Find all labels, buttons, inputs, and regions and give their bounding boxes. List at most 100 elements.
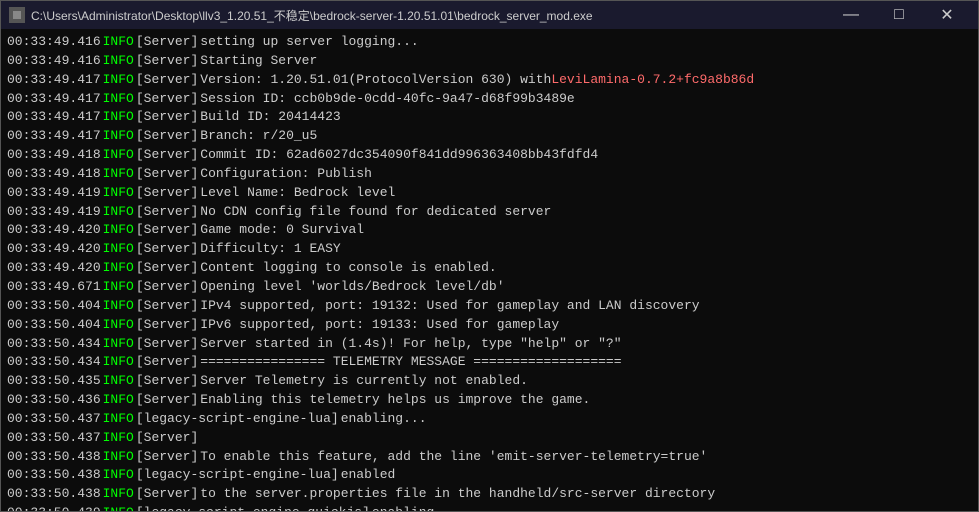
log-source: [Server] [136, 240, 198, 259]
log-source: [Server] [136, 108, 198, 127]
log-line: 00:33:50.434 INFO [Server] Server starte… [7, 335, 972, 354]
log-line: 00:33:50.438 INFO [Server] to the server… [7, 485, 972, 504]
console-output: 00:33:49.416 INFO [Server] setting up se… [1, 29, 978, 511]
log-message: Server started in (1.4s)! For help, type… [200, 335, 621, 354]
title-bar: C:\Users\Administrator\Desktop\llv3_1.20… [1, 1, 978, 29]
minimize-button[interactable]: — [828, 1, 874, 29]
log-message: Server Telemetry is currently not enable… [200, 372, 528, 391]
log-source: [Server] [136, 127, 198, 146]
log-source: [Server] [136, 278, 198, 297]
log-level: INFO [103, 127, 134, 146]
log-message: setting up server logging... [200, 33, 418, 52]
log-source: [Server] [136, 297, 198, 316]
log-level: INFO [103, 353, 134, 372]
log-line: 00:33:50.435 INFO [Server] Server Teleme… [7, 372, 972, 391]
close-button[interactable]: ✕ [924, 1, 970, 29]
log-message: IPv4 supported, port: 19132: Used for ga… [200, 297, 699, 316]
log-line: 00:33:49.420 INFO [Server] Difficulty: 1… [7, 240, 972, 259]
log-level: INFO [103, 410, 134, 429]
log-level: INFO [103, 448, 134, 467]
log-line: 00:33:50.434 INFO [Server] =============… [7, 353, 972, 372]
log-source: [Server] [136, 221, 198, 240]
main-window: C:\Users\Administrator\Desktop\llv3_1.20… [0, 0, 979, 512]
log-level: INFO [103, 504, 134, 511]
log-line: 00:33:49.420 INFO [Server] Content loggi… [7, 259, 972, 278]
log-timestamp: 00:33:50.438 [7, 466, 101, 485]
log-level: INFO [103, 221, 134, 240]
log-level: INFO [103, 278, 134, 297]
log-timestamp: 00:33:49.417 [7, 108, 101, 127]
log-source: [Server] [136, 391, 198, 410]
log-message: Game mode: 0 Survival [200, 221, 364, 240]
log-source: [Server] [136, 71, 198, 90]
log-level: INFO [103, 52, 134, 71]
log-link: LeviLamina-0.7.2+fc9a8b86d [551, 71, 754, 90]
log-timestamp: 00:33:49.420 [7, 221, 101, 240]
log-message: Session ID: ccb0b9de-0cdd-40fc-9a47-d68f… [200, 90, 574, 109]
log-source: [Server] [136, 90, 198, 109]
log-source: [Server] [136, 353, 198, 372]
log-line: 00:33:49.417 INFO [Server] Version: 1.20… [7, 71, 972, 90]
log-message: To enable this feature, add the line 'em… [200, 448, 707, 467]
log-line: 00:33:50.438 INFO [legacy-script-engine-… [7, 466, 972, 485]
log-message: ================ TELEMETRY MESSAGE =====… [200, 353, 621, 372]
log-timestamp: 00:33:50.438 [7, 485, 101, 504]
log-message: Enabling this telemetry helps us improve… [200, 391, 590, 410]
log-timestamp: 00:33:50.404 [7, 316, 101, 335]
log-timestamp: 00:33:50.438 [7, 448, 101, 467]
log-line: 00:33:49.416 INFO [Server] Starting Serv… [7, 52, 972, 71]
log-level: INFO [103, 184, 134, 203]
log-level: INFO [103, 146, 134, 165]
log-level: INFO [103, 259, 134, 278]
log-line: 00:33:49.417 INFO [Server] Build ID: 204… [7, 108, 972, 127]
log-message: enabling... [341, 410, 427, 429]
log-line: 00:33:50.437 INFO [Server] [7, 429, 972, 448]
log-message: No CDN config file found for dedicated s… [200, 203, 551, 222]
log-level: INFO [103, 33, 134, 52]
log-message: Configuration: Publish [200, 165, 372, 184]
log-message: Level Name: Bedrock level [200, 184, 395, 203]
log-source: [Server] [136, 429, 198, 448]
log-message: to the server.properties file in the han… [200, 485, 715, 504]
log-line: 00:33:50.404 INFO [Server] IPv4 supporte… [7, 297, 972, 316]
log-source: [Server] [136, 372, 198, 391]
log-line: 00:33:49.417 INFO [Server] Branch: r/20_… [7, 127, 972, 146]
log-message: Opening level 'worlds/Bedrock level/db' [200, 278, 504, 297]
log-level: INFO [103, 71, 134, 90]
log-message: Version: 1.20.51.01(ProtocolVersion 630)… [200, 71, 551, 90]
log-source: [Server] [136, 184, 198, 203]
log-message: Build ID: 20414423 [200, 108, 340, 127]
log-source: [Server] [136, 335, 198, 354]
log-source: [Server] [136, 203, 198, 222]
log-message: Difficulty: 1 EASY [200, 240, 340, 259]
log-level: INFO [103, 335, 134, 354]
log-line: 00:33:49.419 INFO [Server] Level Name: B… [7, 184, 972, 203]
log-source: [Server] [136, 165, 198, 184]
log-line: 00:33:49.417 INFO [Server] Session ID: c… [7, 90, 972, 109]
log-timestamp: 00:33:49.420 [7, 259, 101, 278]
log-level: INFO [103, 203, 134, 222]
log-message: Starting Server [200, 52, 317, 71]
log-level: INFO [103, 316, 134, 335]
maximize-button[interactable]: □ [876, 1, 922, 29]
log-timestamp: 00:33:49.418 [7, 146, 101, 165]
log-source: [Server] [136, 33, 198, 52]
log-timestamp: 00:33:49.420 [7, 240, 101, 259]
log-timestamp: 00:33:50.437 [7, 429, 101, 448]
log-level: INFO [103, 485, 134, 504]
log-line: 00:33:50.404 INFO [Server] IPv6 supporte… [7, 316, 972, 335]
log-line: 00:33:50.437 INFO [legacy-script-engine-… [7, 410, 972, 429]
log-level: INFO [103, 108, 134, 127]
log-timestamp: 00:33:50.439 [7, 504, 101, 511]
log-source: [legacy-script-engine-lua] [136, 410, 339, 429]
log-timestamp: 00:33:49.417 [7, 90, 101, 109]
log-level: INFO [103, 429, 134, 448]
log-level: INFO [103, 372, 134, 391]
log-level: INFO [103, 297, 134, 316]
log-level: INFO [103, 90, 134, 109]
log-source: [Server] [136, 259, 198, 278]
log-level: INFO [103, 165, 134, 184]
log-level: INFO [103, 391, 134, 410]
log-level: INFO [103, 466, 134, 485]
log-source: [legacy-script-engine-lua] [136, 466, 339, 485]
